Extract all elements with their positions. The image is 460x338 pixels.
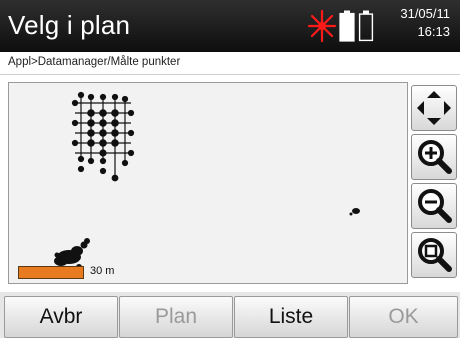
scale-label: 30 m [90,265,115,277]
plan-button[interactable]: Plan [119,296,233,338]
zoom-in-icon [418,140,452,174]
cancel-button[interactable]: Avbr [4,296,118,338]
zoom-fit-icon [418,238,452,272]
ok-button[interactable]: OK [349,296,458,338]
battery-icon [358,10,374,42]
screen: Velg i plan 31/05/11 16:13 Appl>Datamana… [0,0,460,338]
pan-button[interactable] [411,85,457,131]
laser-icon [307,9,337,43]
page-title: Velg i plan [8,10,131,40]
zoom-fit-button[interactable] [411,232,457,278]
plan-view[interactable]: 30 m [8,82,408,284]
battery-icon [339,10,355,42]
point-plot[interactable] [9,83,407,283]
zoom-out-icon [418,189,452,223]
scale-bar [18,266,84,279]
isolated-point [349,208,360,216]
time-readout: 16:13 [417,24,450,39]
pan-icon [417,91,451,125]
title-bar: Velg i plan 31/05/11 16:13 [0,0,460,52]
list-button[interactable]: Liste [234,296,348,338]
zoom-in-button[interactable] [411,134,457,180]
point-cluster [71,91,135,182]
date-readout: 31/05/11 [400,6,450,21]
zoom-out-button[interactable] [411,183,457,229]
breadcrumb: Appl>Datamanager/Målte punkter [0,52,460,75]
breadcrumb-text: Appl>Datamanager/Målte punkter [8,56,181,68]
